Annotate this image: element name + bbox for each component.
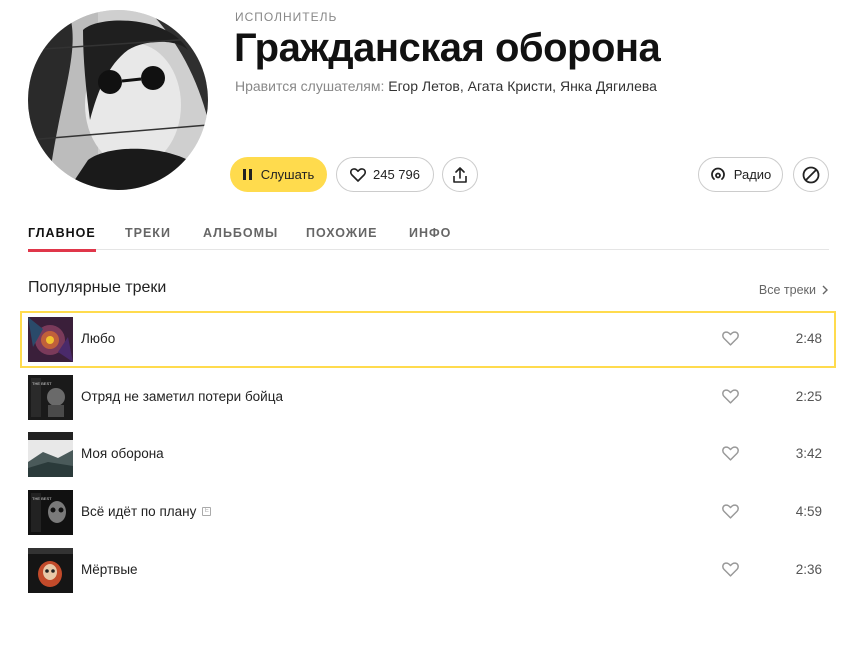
like-artist-button[interactable]: 245 796: [336, 157, 434, 192]
block-artist-button[interactable]: [793, 157, 829, 192]
track-row[interactable]: Моя оборона 3:42: [20, 426, 836, 483]
cover-text: THE BEST: [32, 496, 52, 501]
track-title: Моя оборона: [81, 446, 164, 461]
heart-icon[interactable]: [722, 331, 739, 346]
heart-icon[interactable]: [722, 389, 739, 404]
track-row[interactable]: Мёртвые 2:36: [20, 542, 836, 599]
heart-icon[interactable]: [722, 562, 739, 577]
share-button[interactable]: [442, 157, 478, 192]
radio-button[interactable]: Радио: [698, 157, 783, 192]
track-row[interactable]: Любо 2:48: [20, 311, 836, 368]
cover-text: THE BEST: [32, 381, 52, 386]
tab-tracks[interactable]: ТРЕКИ: [125, 226, 171, 240]
track-title: Любо: [81, 331, 116, 346]
all-tracks-label: Все треки: [758, 283, 816, 297]
track-row[interactable]: THE BEST Отряд не заметил потери бойца 2…: [20, 369, 836, 426]
track-title: Всё идёт по плану E: [81, 504, 212, 519]
artist-avatar: [28, 10, 208, 190]
track-cover-image: THE BEST: [28, 375, 73, 420]
play-button[interactable]: Слушать: [230, 157, 327, 192]
pause-icon: [242, 169, 252, 180]
share-icon: [453, 166, 467, 183]
track-duration: 2:25: [795, 389, 822, 404]
track-cover-image: [28, 548, 73, 593]
track-cover-image: [28, 317, 73, 362]
popular-tracks-heading: Популярные треки: [28, 279, 167, 296]
play-button-label: Слушать: [260, 167, 315, 182]
heart-icon: [350, 167, 366, 182]
block-icon: [802, 166, 820, 183]
artist-name: Гражданская оборона: [234, 26, 661, 70]
artist-type-label: ИСПОЛНИТЕЛЬ: [235, 10, 338, 24]
heart-icon[interactable]: [722, 446, 739, 461]
tab-similar[interactable]: ПОХОЖИЕ: [306, 226, 377, 240]
tab-main[interactable]: ГЛАВНОЕ: [28, 226, 96, 252]
radio-button-label: Радио: [733, 167, 772, 182]
likes-count: 245 796: [373, 167, 420, 182]
tab-info[interactable]: ИНФО: [409, 226, 451, 240]
track-cover-image: THE BEST: [28, 490, 73, 535]
tab-albums[interactable]: АЛЬБОМЫ: [203, 226, 278, 240]
all-tracks-link[interactable]: Все треки: [759, 283, 828, 297]
radio-icon: [710, 167, 725, 180]
explicit-badge: E: [202, 507, 212, 516]
track-title: Отряд не заметил потери бойца: [81, 389, 283, 404]
track-duration: 2:36: [795, 562, 822, 577]
liked-by-line: Нравится слушателям: Егор Летов, Агата К…: [235, 78, 657, 94]
track-duration: 3:42: [795, 446, 822, 461]
chevron-right-icon: [822, 285, 828, 295]
track-cover-image: [28, 432, 73, 477]
liked-by-artists[interactable]: Егор Летов, Агата Кристи, Янка Дягилева: [388, 78, 657, 94]
heart-icon[interactable]: [722, 504, 739, 519]
track-row[interactable]: THE BEST Всё идёт по плану E 4:59: [20, 484, 836, 541]
track-title: Мёртвые: [81, 562, 138, 577]
track-duration: 2:48: [795, 331, 822, 346]
liked-by-prefix: Нравится слушателям:: [235, 78, 385, 94]
artist-tabs: ГЛАВНОЕ ТРЕКИ АЛЬБОМЫ ПОХОЖИЕ ИНФО: [28, 220, 829, 252]
track-duration: 4:59: [795, 504, 822, 519]
